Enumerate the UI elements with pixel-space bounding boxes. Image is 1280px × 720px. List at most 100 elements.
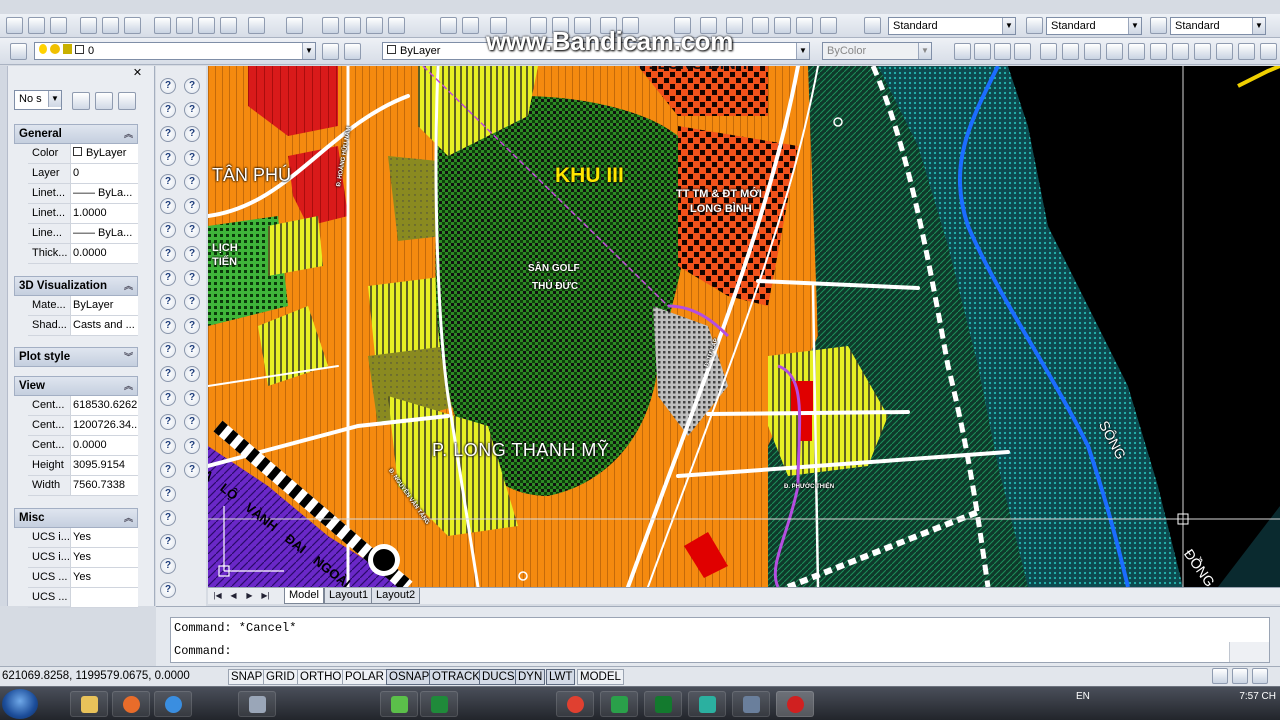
help-icon[interactable]: ? [160,126,176,142]
prop-row-linetype-scale[interactable]: Linet... 1.0000 [28,204,138,224]
ortho-toggle[interactable]: ORTHO [297,669,345,685]
taskbar-app[interactable] [238,691,276,717]
help-icon[interactable]: ? [184,174,200,190]
section-3d-visualization[interactable]: 3D Visualization ︽ [14,276,138,296]
command-scrollbar[interactable] [1229,642,1269,662]
help-icon[interactable]: ? [160,342,176,358]
stretch-icon[interactable] [1128,43,1145,60]
dyn-toggle[interactable]: DYN [515,669,546,685]
help-icon[interactable]: ? [184,150,200,166]
prop-row-linetype[interactable]: Linet... —— ByLa... [28,184,138,204]
erase-icon[interactable] [954,43,971,60]
polar-toggle[interactable]: POLAR [342,669,387,685]
help-icon[interactable]: ? [160,582,176,598]
layer-combo[interactable]: 0 ▼ [34,42,316,60]
osnap-toggle[interactable]: OSNAP [386,669,433,685]
zoom-realtime-icon[interactable] [344,17,361,34]
help-icon[interactable]: ? [184,246,200,262]
tab-model[interactable]: Model [284,588,324,604]
dimension-style-manager-icon[interactable] [1026,17,1043,34]
help-icon[interactable]: ? [160,294,176,310]
prop-row-shadow[interactable]: Shad... Casts and ... [28,316,138,336]
prop-row-ucs-icon-origin[interactable]: UCS i... Yes [28,548,138,568]
otrack-toggle[interactable]: OTRACK [429,669,483,685]
help-icon[interactable]: ? [184,222,200,238]
prop-row-layer[interactable]: Layer 0 [28,164,138,184]
help-icon[interactable]: ? [184,102,200,118]
select-objects-icon[interactable] [95,92,113,110]
layer-previous-icon[interactable] [344,43,361,60]
taskbar-app3[interactable] [688,691,726,717]
make-current-layer-icon[interactable] [322,43,339,60]
help-icon[interactable]: ? [160,318,176,334]
design-center-icon[interactable] [462,17,479,34]
taskbar-excel2[interactable] [600,691,638,717]
help-icon[interactable]: ? [184,198,200,214]
taskbar-media[interactable] [112,691,150,717]
extend-icon[interactable] [1172,43,1189,60]
prop-row-color[interactable]: Color ByLayer [28,144,138,164]
command-box[interactable]: Command: *Cancel* Command: [170,617,1270,663]
help-icon[interactable]: ? [184,366,200,382]
section-plot-style[interactable]: Plot style ︾ [14,347,138,367]
grid-toggle[interactable]: GRID [263,669,298,685]
help-icon[interactable]: ? [160,534,176,550]
help-icon[interactable]: ? [160,222,176,238]
text-style-icon[interactable] [820,17,837,34]
prop-row-ucs-per-viewport[interactable]: UCS ... Yes [28,568,138,588]
plotstyle-combo[interactable]: ByColor ▼ [822,42,932,60]
taskbar-app4[interactable] [732,691,770,717]
model-toggle[interactable]: MODEL [577,669,624,685]
help-icon[interactable]: ? [160,486,176,502]
move-icon[interactable] [1062,43,1079,60]
pan-icon[interactable] [322,17,339,34]
help-icon[interactable]: ? [184,318,200,334]
table-style-icon[interactable] [1150,17,1167,34]
taskbar-app2[interactable] [380,691,418,717]
chamfer-icon[interactable] [1238,43,1255,60]
taskbar-ie[interactable] [154,691,192,717]
rotate-icon[interactable] [1084,43,1101,60]
taskbar-bandicam[interactable] [776,691,814,717]
properties-icon[interactable] [440,17,457,34]
tab-layout1[interactable]: Layout1 [324,588,374,604]
snap-toggle[interactable]: SNAP [228,669,266,685]
help-icon[interactable]: ? [184,414,200,430]
taskbar-chrome[interactable] [556,691,594,717]
clock[interactable]: 7:57 CH [1239,691,1276,702]
prop-row-center-x[interactable]: Cent... 618530.6262 [28,396,138,416]
mtext-icon[interactable] [774,17,791,34]
prev-tab-icon[interactable]: ◀ [226,589,241,603]
prop-row-height[interactable]: Height 3095.9154 [28,456,138,476]
selection-combo[interactable]: No s ▼ [14,90,62,110]
help-icon[interactable]: ? [160,78,176,94]
save-icon[interactable] [50,17,67,34]
redo-icon[interactable] [286,17,303,34]
match-properties-icon[interactable] [220,17,237,34]
section-general[interactable]: General ︽ [14,124,138,144]
help-icon[interactable]: ? [160,510,176,526]
lwt-toggle[interactable]: LWT [546,669,576,685]
close-icon[interactable]: ✕ [132,68,143,79]
first-tab-icon[interactable]: |◀ [210,589,225,603]
help-icon[interactable]: ? [160,558,176,574]
lock-icon[interactable] [1232,668,1248,684]
prop-row-center-y[interactable]: Cent... 1200726.34... [28,416,138,436]
tray-settings-icon[interactable] [1252,668,1268,684]
help-icon[interactable]: ? [160,102,176,118]
command-prompt[interactable]: Command: [174,644,232,658]
offset-icon[interactable] [1014,43,1031,60]
tab-layout2[interactable]: Layout2 [371,588,421,604]
toggle-pickadd-icon[interactable] [72,92,90,110]
coordinates-readout[interactable]: 621069.8258, 1199579.0675, 0.0000 [2,670,190,682]
array-icon[interactable] [1040,43,1057,60]
start-button[interactable] [2,689,38,719]
help-icon[interactable]: ? [160,246,176,262]
help-icon[interactable]: ? [184,462,200,478]
help-icon[interactable]: ? [184,78,200,94]
prop-row-lineweight[interactable]: Line... —— ByLa... [28,224,138,244]
help-icon[interactable]: ? [160,270,176,286]
help-icon[interactable]: ? [184,342,200,358]
trim-icon[interactable] [1150,43,1167,60]
table-style-combo[interactable]: Standard ▼ [1170,17,1266,35]
